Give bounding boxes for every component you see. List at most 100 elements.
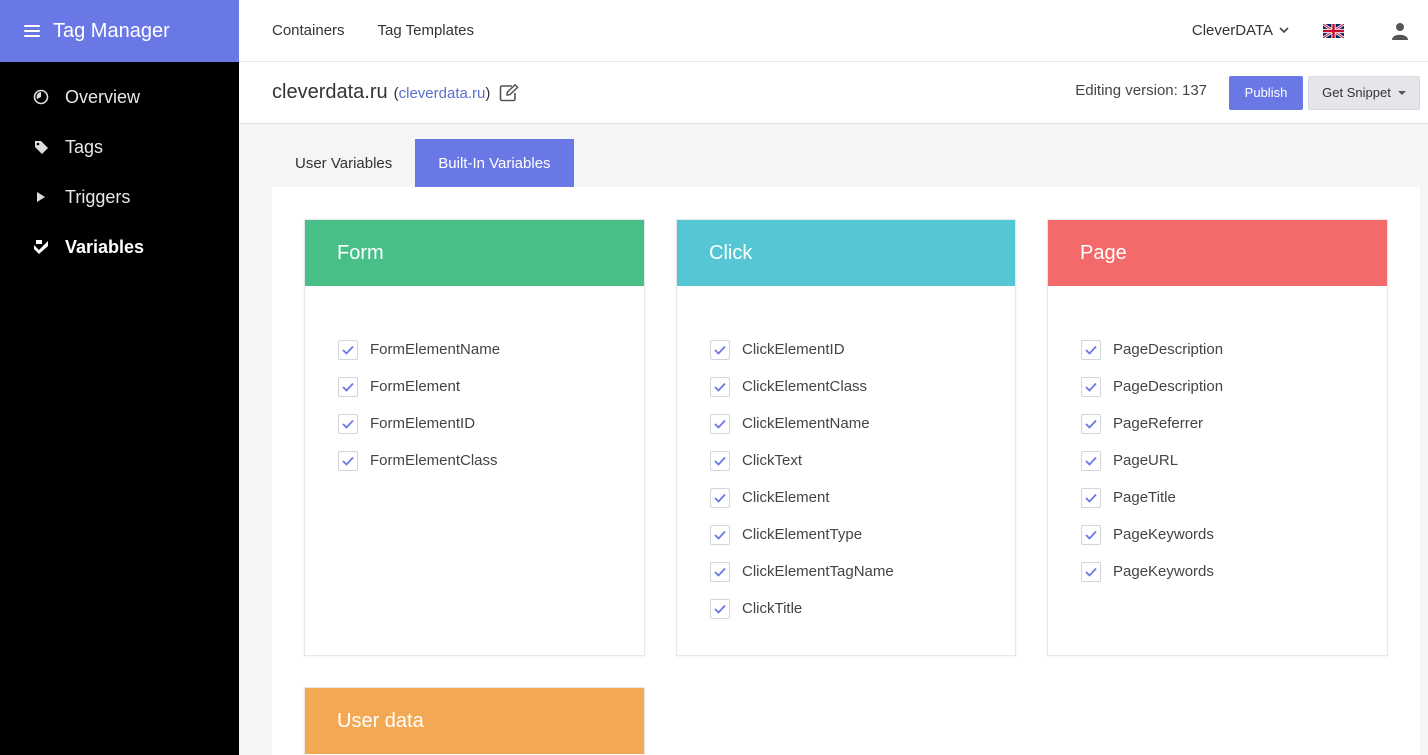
variable-checkbox-row[interactable]: PageKeywords [1081, 516, 1387, 553]
variable-label: PageReferrer [1113, 415, 1204, 432]
checkbox[interactable] [710, 376, 730, 397]
check-icon [1085, 530, 1097, 540]
variable-label: PageKeywords [1113, 563, 1214, 580]
checkbox[interactable] [710, 339, 730, 360]
sidebar-item-label: Variables [65, 236, 145, 257]
variable-checkbox-row[interactable]: PageKeywords [1081, 553, 1387, 590]
variable-checkbox-row[interactable]: PageURL [1081, 442, 1387, 479]
variable-checkbox-row[interactable]: ClickText [710, 442, 1015, 479]
check-icon [714, 419, 726, 429]
variable-label: FormElement [370, 378, 461, 395]
variable-label: PageKeywords [1113, 526, 1214, 543]
checkbox[interactable] [1081, 450, 1101, 471]
variable-label: PageDescription [1113, 378, 1224, 395]
variable-label: ClickElementID [742, 341, 845, 358]
variable-label: PageDescription [1113, 341, 1224, 358]
checkbox[interactable] [338, 450, 358, 471]
sidebar-item-label: Tags [65, 136, 104, 157]
nav-tag-templates-link[interactable]: Tag Templates [378, 22, 474, 39]
get-snippet-button[interactable]: Get Snippet [1308, 75, 1420, 110]
checkbox[interactable] [1081, 413, 1101, 434]
checkbox[interactable] [1081, 339, 1101, 360]
user-data-card: User data [304, 687, 645, 755]
sidebar-item-overview[interactable]: Overview [0, 72, 239, 122]
user-icon[interactable] [1392, 22, 1408, 40]
check-icon [714, 567, 726, 577]
checkbox[interactable] [338, 413, 358, 434]
tab-user-variables[interactable]: User Variables [272, 139, 415, 187]
container-domain-link[interactable]: cleverdata.ru [399, 85, 486, 102]
variable-checkbox-row[interactable]: ClickTitle [710, 590, 1015, 627]
sidebar-item-variables[interactable]: Variables [0, 222, 239, 272]
sidebar-item-label: Overview [65, 86, 141, 107]
checkbox[interactable] [710, 598, 730, 619]
checkbox[interactable] [710, 561, 730, 582]
checkbox[interactable] [338, 339, 358, 360]
variable-checkbox-row[interactable]: FormElement [338, 368, 644, 405]
variable-checkbox-row[interactable]: ClickElementName [710, 405, 1015, 442]
brand-bar: Tag Manager [0, 0, 239, 62]
variable-checkbox-row[interactable]: ClickElementClass [710, 368, 1015, 405]
hamburger-menu-icon[interactable] [24, 25, 40, 37]
app-title: Tag Manager [53, 19, 170, 42]
variable-checkbox-row[interactable]: FormElementName [338, 331, 644, 368]
sidebar-item-triggers[interactable]: Triggers [0, 172, 239, 222]
checkbox[interactable] [710, 487, 730, 508]
top-header: Containers Tag Templates CleverDATA [239, 0, 1428, 62]
variable-checkbox-row[interactable]: FormElementID [338, 405, 644, 442]
checkbox[interactable] [338, 376, 358, 397]
variable-checkbox-row[interactable]: PageDescription [1081, 368, 1387, 405]
variable-checkbox-row[interactable]: ClickElementType [710, 516, 1015, 553]
checkbox[interactable] [1081, 487, 1101, 508]
variable-checkbox-row[interactable]: ClickElement [710, 479, 1015, 516]
check-icon [714, 345, 726, 355]
sidebar-item-label: Triggers [65, 186, 131, 207]
check-icon [342, 419, 354, 429]
page-card: Page PageDescription PageDescription PageR… [1047, 219, 1388, 656]
checkbox[interactable] [710, 450, 730, 471]
variable-label: ClickTitle [742, 600, 803, 617]
variable-checkbox-row[interactable]: ClickElementTagName [710, 553, 1015, 590]
check-icon [1085, 456, 1097, 466]
check-icon [1085, 345, 1097, 355]
variable-checkbox-row[interactable]: PageDescription [1081, 331, 1387, 368]
checkbox[interactable] [1081, 524, 1101, 545]
variable-tabs: User Variables Built-In Variables [272, 139, 574, 187]
tab-built-in-variables[interactable]: Built-In Variables [415, 139, 574, 187]
version-controls: Editing version: 137 Publish Get Snippet [1075, 75, 1428, 110]
checkbox[interactable] [710, 413, 730, 434]
publish-button[interactable]: Publish [1229, 75, 1303, 110]
variable-checkbox-row[interactable]: FormElementClass [338, 442, 644, 479]
variable-label: PageURL [1113, 452, 1179, 469]
container-name: cleverdata.ru [272, 81, 388, 103]
check-icon [1085, 382, 1097, 392]
check-icon [342, 456, 354, 466]
checkbox[interactable] [1081, 376, 1101, 397]
container-title: cleverdata.ru (cleverdata.ru) [239, 81, 520, 104]
card-title: User data [337, 709, 424, 732]
checkbox[interactable] [1081, 561, 1101, 582]
tag-icon [32, 138, 50, 156]
check-icon [1085, 567, 1097, 577]
card-header: User data [305, 688, 644, 754]
get-snippet-label: Get Snippet [1322, 85, 1391, 100]
uk-flag-icon[interactable] [1323, 23, 1344, 38]
account-dropdown[interactable]: CleverDATA [1192, 22, 1289, 39]
variable-checkbox-row[interactable]: ClickElementID [710, 331, 1015, 368]
checkbox[interactable] [710, 524, 730, 545]
card-header: Form [305, 220, 644, 286]
variable-label: FormElementClass [370, 452, 498, 469]
nav-containers-link[interactable]: Containers [272, 22, 345, 39]
play-icon [32, 188, 50, 206]
built-in-variables-panel: Form FormElementName FormElement FormEleme… [272, 187, 1420, 755]
variable-label: ClickElementType [742, 526, 863, 543]
variable-checkbox-row[interactable]: PageTitle [1081, 479, 1387, 516]
check-icon [714, 530, 726, 540]
sidebar-item-tags[interactable]: Tags [0, 122, 239, 172]
edit-icon[interactable] [499, 83, 520, 102]
caret-down-icon [1397, 90, 1406, 95]
variable-checkbox-row[interactable]: PageReferrer [1081, 405, 1387, 442]
variable-label: ClickElementClass [742, 378, 868, 395]
variable-label: ClickElement [742, 489, 830, 506]
card-header: Click [677, 220, 1015, 286]
